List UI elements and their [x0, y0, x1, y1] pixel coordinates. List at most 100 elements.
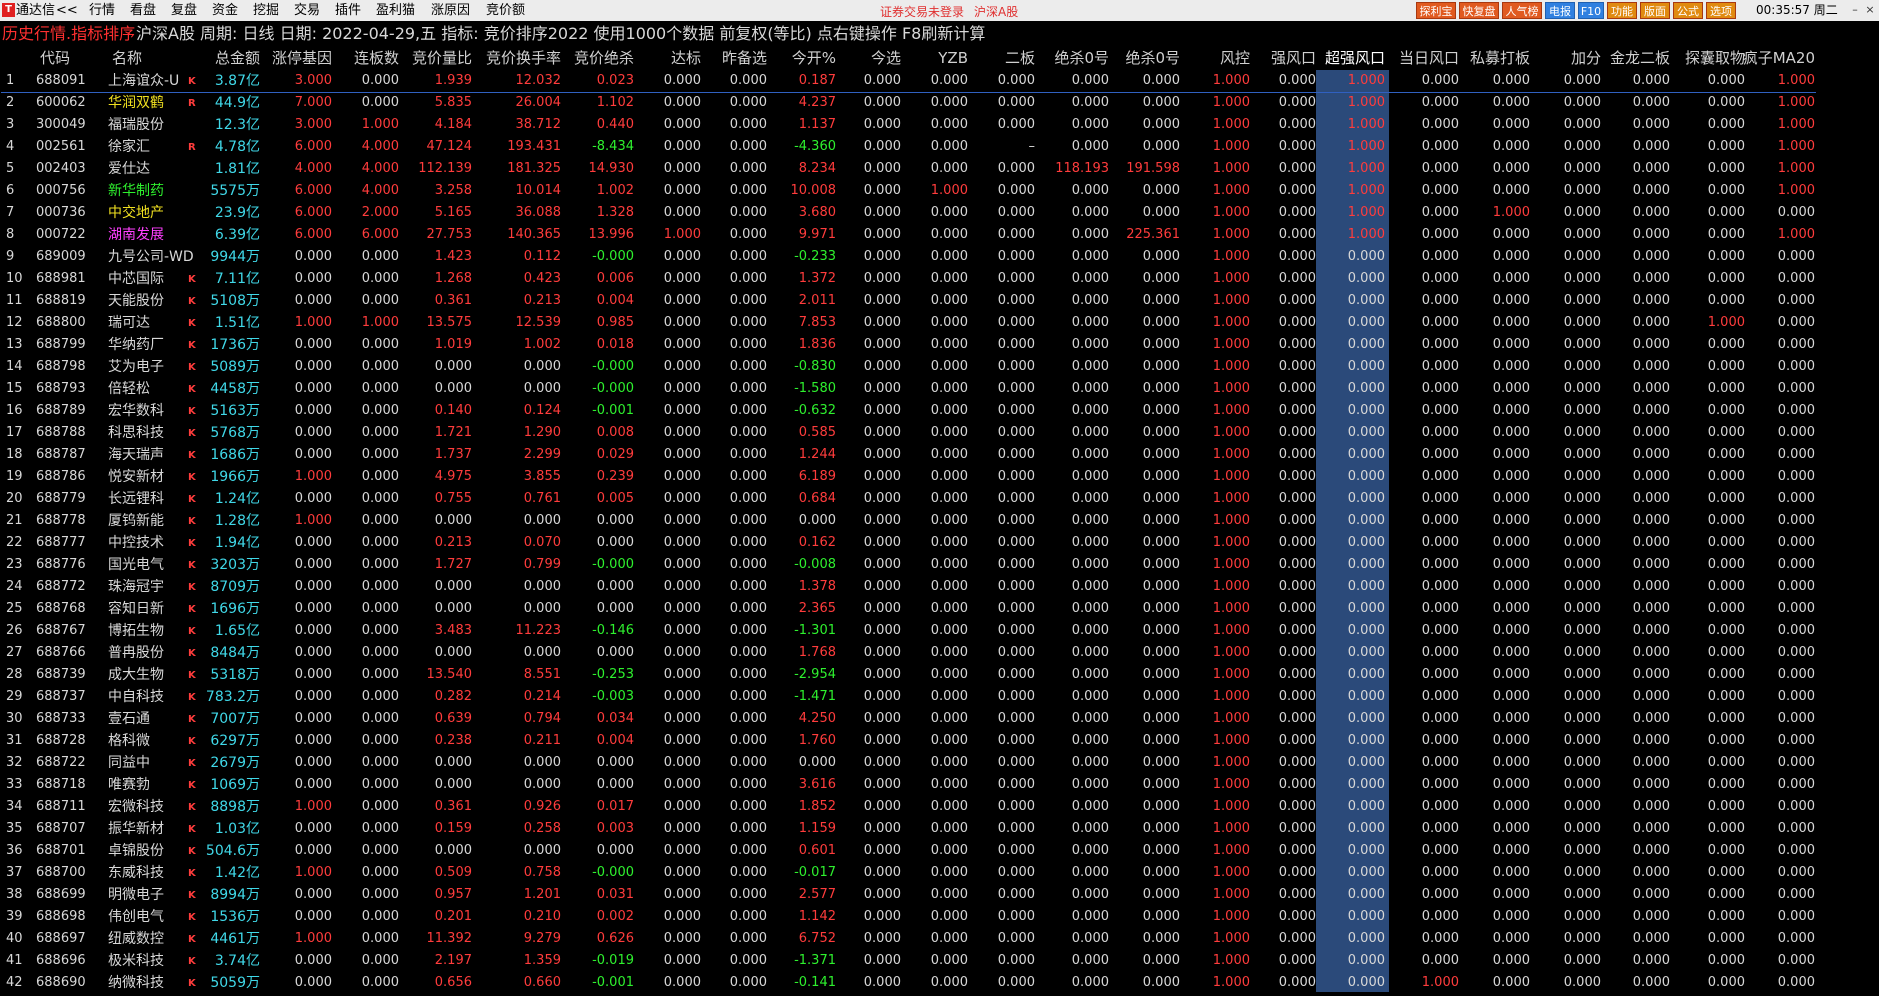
table-row[interactable]: 15 688793 倍轻松 K 4458万 0.000 0.000 0.000 0.000 -0.… [0, 378, 1879, 400]
minimize-icon[interactable]: – [1848, 1, 1862, 19]
table-row[interactable]: 1 688091 上海谊众-U K 3.87亿 3.000 0.000 1.939 12.032… [0, 70, 1879, 92]
table-row[interactable]: 17 688788 科思科技 K 5768万 0.000 0.000 1.721 1.290 0.… [0, 422, 1879, 444]
column-header[interactable]: 私募打板 [1470, 46, 1530, 70]
table-row[interactable]: 25 688768 容知日新 K 1696万 0.000 0.000 0.000 0.000 0.… [0, 598, 1879, 620]
column-header[interactable]: 强风口 [1271, 46, 1316, 70]
column-header[interactable]: 金龙二板 [1610, 46, 1670, 70]
table-row[interactable]: 19 688786 悦安新材 K 1966万 1.000 0.000 4.975 3.855 0.… [0, 466, 1879, 488]
table-row[interactable]: 26 688767 博拓生物 K 1.65亿 0.000 0.000 3.483 11.223 -… [0, 620, 1879, 642]
table-row[interactable]: 24 688772 珠海冠宇 K 8709万 0.000 0.000 0.000 0.000 0.… [0, 576, 1879, 598]
column-header[interactable]: 探囊取物 [1685, 46, 1745, 70]
table-row[interactable]: 13 688799 华纳药厂 K 1736万 0.000 0.000 1.019 1.002 0.… [0, 334, 1879, 356]
toolbar-function[interactable]: 功能 [1607, 2, 1637, 19]
table-row[interactable]: 37 688700 东威科技 K 1.42亿 1.000 0.000 0.509 0.758 -0… [0, 862, 1879, 884]
table-row[interactable]: 32 688722 同益中 K 2679万 0.000 0.000 0.000 0.000 0.0… [0, 752, 1879, 774]
column-header[interactable]: 昨备选 [722, 46, 767, 70]
table-row[interactable]: 40 688697 纽威数控 K 4461万 1.000 0.000 11.392 9.279 0… [0, 928, 1879, 950]
table-row[interactable]: 16 688789 宏华数科 K 5163万 0.000 0.000 0.140 0.124 -0… [0, 400, 1879, 422]
table-row[interactable]: 23 688776 国光电气 K 3203万 0.000 0.000 1.727 0.799 -0… [0, 554, 1879, 576]
table-row[interactable]: 5 002403 爱仕达 1.81亿 4.000 4.000 112.139 181.325 1… [0, 158, 1879, 180]
column-header[interactable]: 名称 [112, 46, 142, 70]
toolbar-telegram[interactable]: 电报 [1545, 2, 1575, 19]
table-row[interactable]: 3 300049 福瑞股份 12.3亿 3.000 1.000 4.184 38.712 0.4… [0, 114, 1879, 136]
table-row[interactable]: 18 688787 海天瑞声 K 1686万 0.000 0.000 1.737 2.299 0.… [0, 444, 1879, 466]
table-row[interactable]: 2 600062 华润双鹤 R 44.9亿 7.000 0.000 5.835 26.004 1.… [0, 92, 1879, 114]
market-label[interactable]: 沪深A股 [974, 3, 1018, 20]
table-row[interactable]: 38 688699 明微电子 K 8994万 0.000 0.000 0.957 1.201 0.… [0, 884, 1879, 906]
close-icon[interactable]: × [1863, 1, 1877, 19]
menu-replay[interactable]: 复盘 [171, 2, 197, 19]
table-row[interactable]: 28 688739 成大生物 K 5318万 0.000 0.000 13.540 8.551 -… [0, 664, 1879, 686]
table-row[interactable]: 33 688718 唯赛勃 K 1069万 0.000 0.000 0.000 0.000 0.0… [0, 774, 1879, 796]
menu-mining[interactable]: 挖掘 [253, 2, 279, 19]
table-row[interactable]: 9 689009 九号公司-WD 9944万 0.000 0.000 1.423 0.112 -… [0, 246, 1879, 268]
view-title[interactable]: 历史行情.指标排序 [2, 21, 135, 46]
column-header[interactable]: 涨停基因 [272, 46, 332, 70]
cell-value: 0.000 [1142, 733, 1180, 748]
table-row[interactable]: 34 688711 宏微科技 K 8898万 1.000 0.000 0.361 0.926 0.… [0, 796, 1879, 818]
menu-rise-reason[interactable]: 涨原因 [431, 2, 470, 19]
table-row[interactable]: 39 688698 伟创电气 K 1536万 0.000 0.000 0.201 0.210 0.… [0, 906, 1879, 928]
cell-value: 0.000 [663, 403, 701, 418]
cell-value: 0.000 [930, 909, 968, 924]
table-row[interactable]: 12 688800 瑞可达 K 1.51亿 1.000 1.000 13.575 12.539 0… [0, 312, 1879, 334]
menu-quotes[interactable]: 行情 [89, 2, 115, 19]
table-row[interactable]: 8 000722 湖南发展 6.39亿 6.000 6.000 27.753 140.365 1… [0, 224, 1879, 246]
menu-plugin[interactable]: 插件 [335, 2, 361, 19]
column-header[interactable]: 加分 [1571, 46, 1601, 70]
table-row[interactable]: 6 000756 新华制药 5575万 6.000 4.000 3.258 10.014 1.0… [0, 180, 1879, 202]
menu-tdx[interactable]: 通达信 [16, 2, 55, 19]
table-row[interactable]: 42 688690 纳微科技 K 5059万 0.000 0.000 0.656 0.660 -0… [0, 972, 1879, 994]
column-header[interactable]: 达标 [671, 46, 701, 70]
column-header[interactable]: YZB [938, 46, 968, 70]
column-header[interactable]: 今选 [871, 46, 901, 70]
table-row[interactable]: 36 688701 卓锦股份 K 504.6万 0.000 0.000 0.000 0.000 0… [0, 840, 1879, 862]
login-status[interactable]: 证券交易未登录 [880, 3, 964, 20]
column-header[interactable]: 绝杀0号 [1125, 46, 1180, 70]
column-header[interactable]: 竞价绝杀 [574, 46, 634, 70]
cell-value: 0.000 [1632, 557, 1670, 572]
table-row[interactable]: 35 688707 振华新材 K 1.03亿 0.000 0.000 0.159 0.258 0.… [0, 818, 1879, 840]
table-row[interactable]: 4 002561 徐家汇 R 4.78亿 6.000 4.000 47.124 193.431 -… [0, 136, 1879, 158]
table-row[interactable]: 20 688779 长远锂科 K 1.24亿 0.000 0.000 0.755 0.761 0.… [0, 488, 1879, 510]
cell-value: 0.000 [1421, 205, 1459, 220]
table-row[interactable]: 21 688778 厦钨新能 K 1.28亿 1.000 0.000 0.000 0.000 0.… [0, 510, 1879, 532]
table-row[interactable]: 29 688737 中自科技 K 783.2万 0.000 0.000 0.282 0.214 -… [0, 686, 1879, 708]
column-header[interactable]: 总金额 [215, 46, 260, 70]
column-header[interactable]: 超强风口 [1325, 46, 1385, 70]
table-row[interactable]: 30 688733 壹石通 K 7007万 0.000 0.000 0.639 0.794 0.0… [0, 708, 1879, 730]
table-row[interactable]: 11 688819 天能股份 K 5108万 0.000 0.000 0.361 0.213 0.… [0, 290, 1879, 312]
toolbar-formula[interactable]: 公式 [1673, 2, 1703, 19]
toolbar-popularity[interactable]: 人气榜 [1502, 2, 1542, 19]
menu-back[interactable]: << [56, 2, 78, 19]
menu-auction-amount[interactable]: 竞价额 [486, 2, 525, 19]
menu-trade[interactable]: 交易 [294, 2, 320, 19]
column-header[interactable]: 二板 [1005, 46, 1035, 70]
toolbar-f10[interactable]: F10 [1578, 2, 1604, 19]
cell-value: 0.000 [1142, 711, 1180, 726]
menu-profit-cat[interactable]: 盈利猫 [376, 2, 415, 19]
column-header[interactable]: 绝杀0号 [1054, 46, 1109, 70]
toolbar-quick-replay[interactable]: 快复盘 [1459, 2, 1499, 19]
toolbar-layout[interactable]: 版面 [1640, 2, 1670, 19]
table-row[interactable]: 22 688777 中控技术 K 1.94亿 0.000 0.000 0.213 0.070 0.… [0, 532, 1879, 554]
toolbar-options[interactable]: 选项 [1706, 2, 1736, 19]
table-row[interactable]: 27 688766 普冉股份 K 8484万 0.000 0.000 0.000 0.000 0.… [0, 642, 1879, 664]
cell-value: 0.000 [930, 865, 968, 880]
column-header[interactable]: 当日风口 [1399, 46, 1459, 70]
menu-funds[interactable]: 资金 [212, 2, 238, 19]
toolbar-tanlibao[interactable]: 探利宝 [1416, 2, 1456, 19]
column-header[interactable]: 疯子MA20 [1743, 46, 1815, 70]
table-row[interactable]: 7 000736 中交地产 23.9亿 6.000 2.000 5.165 36.088 1.3… [0, 202, 1879, 224]
column-header[interactable]: 竞价换手率 [486, 46, 561, 70]
table-row[interactable]: 41 688696 极米科技 K 3.74亿 0.000 0.000 2.197 1.359 -0… [0, 950, 1879, 972]
column-header[interactable]: 今开% [792, 46, 836, 70]
table-row[interactable]: 10 688981 中芯国际 K 7.11亿 0.000 0.000 1.268 0.423 0.… [0, 268, 1879, 290]
column-header[interactable]: 风控 [1220, 46, 1250, 70]
column-header[interactable]: 代码 [40, 46, 70, 70]
column-header[interactable]: 连板数 [354, 46, 399, 70]
column-header[interactable]: 竞价量比 [412, 46, 472, 70]
table-row[interactable]: 14 688798 艾为电子 K 5089万 0.000 0.000 0.000 0.000 -0… [0, 356, 1879, 378]
menu-watch[interactable]: 看盘 [130, 2, 156, 19]
table-row[interactable]: 31 688728 格科微 K 6297万 0.000 0.000 0.238 0.211 0.0… [0, 730, 1879, 752]
